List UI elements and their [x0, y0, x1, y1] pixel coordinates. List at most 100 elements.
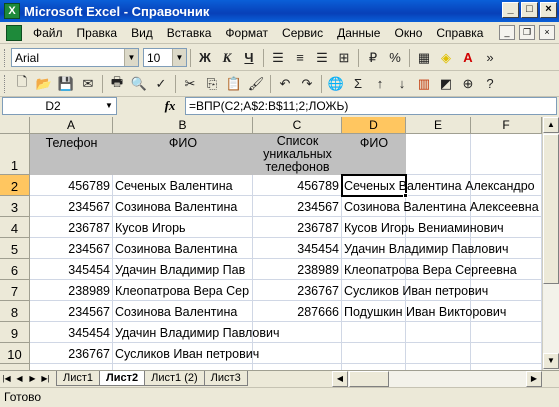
maximize-button[interactable]: □ — [521, 2, 538, 18]
new-icon[interactable]: 🗋 — [11, 73, 33, 95]
phone-cell[interactable]: 345454 — [30, 322, 113, 343]
zoom-icon[interactable]: ⊕ — [457, 73, 479, 95]
insert-function-button[interactable]: fx — [155, 98, 185, 114]
toolbar-grip[interactable] — [4, 48, 7, 67]
phone-cell[interactable]: 234567 — [30, 196, 113, 217]
doc-close-button[interactable]: × — [539, 25, 555, 40]
close-button[interactable]: × — [540, 2, 557, 18]
scroll-thumb[interactable] — [349, 371, 389, 387]
horizontal-scrollbar[interactable]: ◀ ▶ — [332, 371, 542, 387]
menu-file[interactable]: Файл — [26, 26, 70, 40]
column-header-f[interactable]: F — [471, 117, 542, 134]
unique-phone-cell[interactable]: 287666 — [253, 301, 342, 322]
first-sheet-icon[interactable]: |◀ — [0, 372, 13, 386]
doc-restore-button[interactable]: ❐ — [519, 25, 535, 40]
phone-cell[interactable]: 345454 — [30, 259, 113, 280]
save-icon[interactable]: 💾 — [55, 73, 77, 95]
scroll-right-icon[interactable]: ▶ — [526, 371, 542, 387]
excel-icon[interactable]: X — [4, 3, 20, 19]
chevron-down-icon[interactable]: ▼ — [124, 49, 138, 66]
name-cell[interactable]: Сусликов Иван петрович — [113, 343, 259, 364]
menu-format[interactable]: Формат — [218, 26, 275, 40]
unique-phone-cell[interactable]: 456789 — [253, 175, 342, 196]
bold-button[interactable]: Ж — [194, 47, 216, 69]
scroll-thumb[interactable] — [543, 134, 559, 284]
align-left-icon[interactable]: ☰ — [267, 47, 289, 69]
row-header-7[interactable]: 7 — [0, 280, 30, 301]
toolbar-grip[interactable] — [4, 74, 7, 93]
scroll-left-icon[interactable]: ◀ — [332, 371, 348, 387]
row-header-6[interactable]: 6 — [0, 259, 30, 280]
merge-center-icon[interactable]: ⊞ — [333, 47, 355, 69]
grid-cell[interactable] — [406, 322, 471, 343]
column-header-c[interactable]: C — [253, 117, 342, 134]
grid-cell[interactable] — [471, 343, 542, 364]
lookup-name-cell[interactable]: Клеопатрова Вера Сергеевна — [342, 259, 517, 280]
toolbar-options-icon[interactable]: » — [479, 47, 501, 69]
phone-cell[interactable]: 234567 — [30, 301, 113, 322]
phone-cell[interactable]: 238989 — [30, 280, 113, 301]
column-header-b[interactable]: B — [113, 117, 253, 134]
name-cell[interactable]: Клеопатрова Вера Сер — [113, 280, 253, 301]
autosum-icon[interactable]: Σ — [347, 73, 369, 95]
next-sheet-icon[interactable]: ▶ — [26, 372, 39, 386]
borders-icon[interactable]: ▦ — [413, 47, 435, 69]
sheet-tab-3[interactable]: Лист1 (2) — [144, 371, 205, 386]
phone-cell[interactable]: 456789 — [30, 175, 113, 196]
menu-window[interactable]: Окно — [387, 26, 429, 40]
last-sheet-icon[interactable]: ▶| — [39, 372, 52, 386]
paste-icon[interactable]: 📋 — [223, 73, 245, 95]
column-header-a[interactable]: A — [30, 117, 113, 134]
worksheet-grid[interactable]: ▲ ▼ ABCDEF1234567891011ТелефонФИОСписок … — [0, 117, 559, 370]
row-header-5[interactable]: 5 — [0, 238, 30, 259]
menu-tools[interactable]: Сервис — [275, 26, 330, 40]
chevron-down-icon[interactable]: ▼ — [102, 98, 116, 114]
grid-cell[interactable] — [471, 134, 542, 175]
format-painter-icon[interactable]: 🖌 — [245, 73, 267, 95]
chevron-down-icon[interactable]: ▼ — [172, 49, 186, 66]
print-preview-icon[interactable]: 🔍 — [128, 73, 150, 95]
column-header-d[interactable]: D — [342, 117, 406, 134]
align-center-icon[interactable]: ≡ — [289, 47, 311, 69]
minimize-button[interactable]: _ — [502, 2, 519, 18]
font-name-select[interactable]: Arial ▼ — [11, 48, 139, 67]
grid-cell[interactable] — [253, 343, 342, 364]
grid-cell[interactable] — [406, 343, 471, 364]
formula-input[interactable]: =ВПР(C2;A$2:B$11;2;ЛОЖЬ) — [185, 97, 557, 115]
workbook-icon[interactable] — [6, 24, 22, 41]
prev-sheet-icon[interactable]: ◀ — [13, 372, 26, 386]
column-header-e[interactable]: E — [406, 117, 471, 134]
print-icon[interactable]: 🖶 — [106, 73, 128, 95]
row-header-3[interactable]: 3 — [0, 196, 30, 217]
unique-phone-cell[interactable]: 236787 — [253, 217, 342, 238]
lookup-name-cell[interactable]: Созинова Валентина Алексеевна — [342, 196, 539, 217]
row-header-2[interactable]: 2 — [0, 175, 30, 196]
phone-cell[interactable]: 234567 — [30, 238, 113, 259]
row-header-4[interactable]: 4 — [0, 217, 30, 238]
grid-cell[interactable] — [342, 343, 406, 364]
vertical-scrollbar[interactable]: ▲ ▼ — [542, 117, 559, 370]
fill-handle[interactable] — [403, 193, 408, 198]
menu-insert[interactable]: Вставка — [160, 26, 219, 40]
phone-cell[interactable]: 236767 — [30, 343, 113, 364]
align-right-icon[interactable]: ☰ — [311, 47, 333, 69]
spelling-icon[interactable]: ✓ — [150, 73, 172, 95]
grid-cell[interactable] — [342, 322, 406, 343]
help-icon[interactable]: ? — [479, 73, 501, 95]
name-cell[interactable]: Сеченых Валентина — [113, 175, 253, 196]
lookup-name-cell[interactable]: Кусов Игорь Вениаминович — [342, 217, 504, 238]
drawing-icon[interactable]: ◩ — [435, 73, 457, 95]
unique-phone-cell[interactable]: 238989 — [253, 259, 342, 280]
lookup-name-cell[interactable]: Удачин Владимир Павлович — [342, 238, 508, 259]
name-cell[interactable]: Удачин Владимир Павлович — [113, 322, 279, 343]
row-header-10[interactable]: 10 — [0, 343, 30, 364]
menu-view[interactable]: Вид — [124, 26, 160, 40]
lookup-name-cell[interactable]: Подушкин Иван Викторович — [342, 301, 506, 322]
scroll-up-icon[interactable]: ▲ — [543, 117, 559, 133]
open-icon[interactable]: 📂 — [33, 73, 55, 95]
fill-color-icon[interactable]: ◈ — [435, 47, 457, 69]
sort-desc-icon[interactable]: ↓ — [391, 73, 413, 95]
copy-icon[interactable]: ⎘ — [201, 73, 223, 95]
sheet-tab-4[interactable]: Лист3 — [203, 371, 248, 386]
permission-icon[interactable]: ✉ — [77, 73, 99, 95]
